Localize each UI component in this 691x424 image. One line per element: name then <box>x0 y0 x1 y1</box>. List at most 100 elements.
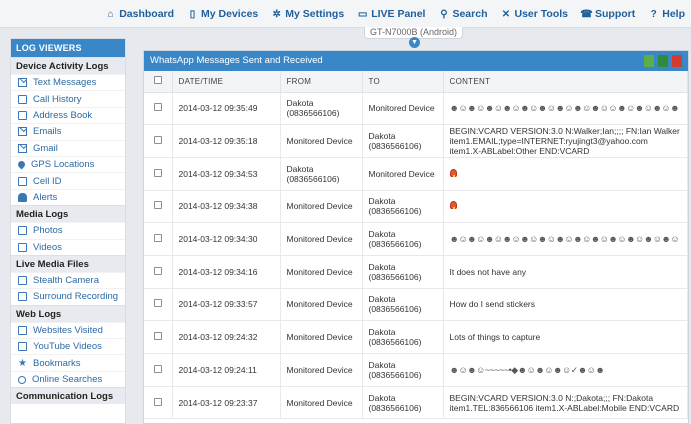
table-row[interactable]: 2014-03-12 09:23:37 Monitored Device Dakot… <box>144 386 688 420</box>
cell-from: Monitored Device <box>280 255 363 289</box>
envelope-icon <box>18 78 27 88</box>
cell-to: Dakota (0836566106) <box>362 320 444 354</box>
search-icon: ⚲ <box>440 8 448 20</box>
table-row[interactable]: 2014-03-12 09:33:57 Monitored Device Dakot… <box>144 288 688 322</box>
table-row[interactable]: 2014-03-12 09:24:11 Monitored Device Dakot… <box>144 353 688 387</box>
nav-help[interactable]: ? Help <box>648 8 685 20</box>
export-buttons <box>644 55 682 67</box>
sidebar-item-youtube-videos[interactable]: YouTube Videos <box>11 338 125 354</box>
cell-to: Monitored Device <box>362 92 444 126</box>
table-row[interactable]: 2014-03-12 09:34:30 Monitored Device Dakot… <box>144 222 688 256</box>
image-attachment-icon[interactable] <box>449 168 457 177</box>
emoji-content: ☻☺☻☺☻☺☻☺☻☺☻☺☻☺☻☺☻☺☻☺☻☺☻☺☻☺☻☺☻☺☻☺☻☺☻☺☻☺☻ <box>449 234 682 245</box>
cell-to: Dakota (0836566106) <box>362 255 444 289</box>
cell-from: Monitored Device <box>280 190 363 224</box>
select-all-checkbox[interactable] <box>153 76 162 85</box>
column-content[interactable]: CONTENT <box>443 71 688 93</box>
row-checkbox[interactable] <box>153 136 162 145</box>
nav-label: Support <box>594 8 636 20</box>
gear-icon: ✲ <box>272 8 281 20</box>
search-icon <box>18 375 26 384</box>
sidebar-item-label: Stealth Camera <box>33 275 100 287</box>
cell-from: Monitored Device <box>280 386 363 420</box>
sidebar-item-label: Address Book <box>33 109 93 121</box>
nav-my-settings[interactable]: ✲ My Settings <box>271 8 345 20</box>
envelope-icon <box>18 143 27 153</box>
cell-to: Monitored Device <box>362 157 444 191</box>
row-select-cell <box>144 386 173 420</box>
nav-dashboard[interactable]: ⌂ Dashboard <box>105 8 174 20</box>
excel-export-icon[interactable] <box>658 55 668 67</box>
cell-from: Monitored Device <box>280 222 363 256</box>
nav-label: Dashboard <box>119 8 175 20</box>
nav-label: Help <box>662 8 685 20</box>
table-row[interactable]: 2014-03-12 09:34:16 Monitored Device Dakot… <box>144 255 688 289</box>
table-row[interactable]: 2014-03-12 09:35:18 Monitored Device Dakot… <box>144 124 688 158</box>
cell-from: Dakota (0836566106) <box>280 92 363 126</box>
home-icon: ⌂ <box>107 8 114 20</box>
cell-date: 2014-03-12 09:35:18 <box>172 124 281 158</box>
table-row[interactable]: 2014-03-12 09:24:32 Monitored Device Dakot… <box>144 320 688 354</box>
row-checkbox[interactable] <box>153 234 162 243</box>
sidebar-item-label: Photos <box>33 225 63 237</box>
csv-export-icon[interactable] <box>644 55 654 67</box>
row-checkbox[interactable] <box>153 364 162 373</box>
nav-live-panel[interactable]: ▭ LIVE Panel <box>357 8 426 20</box>
row-select-cell <box>144 92 173 126</box>
sidebar-section-title: Device Activity Logs <box>11 57 125 74</box>
image-attachment-icon[interactable] <box>449 201 457 210</box>
table-row[interactable]: 2014-03-12 09:34:53 Dakota (0836566106) Mo… <box>144 157 688 191</box>
column-from[interactable]: FROM <box>280 71 363 93</box>
column-date[interactable]: DATE/TIME <box>172 71 281 93</box>
row-checkbox[interactable] <box>153 332 162 341</box>
cell-content <box>443 157 688 191</box>
help-icon: ? <box>650 8 657 20</box>
sidebar-item-videos[interactable]: Videos <box>11 238 125 255</box>
cell-date: 2014-03-12 09:34:16 <box>172 255 281 289</box>
sidebar-item-call-history[interactable]: Call History <box>11 90 125 106</box>
nav-support[interactable]: ☎ Support <box>580 8 636 20</box>
row-checkbox[interactable] <box>153 299 162 308</box>
nav-search[interactable]: ⚲ Search <box>438 8 487 20</box>
sidebar-item-stealth-camera[interactable]: Stealth Camera <box>11 271 125 288</box>
sidebar-item-surround-recording[interactable]: Surround Recording <box>11 288 125 304</box>
cell-content: ☻☺☻☺~~~~~•◆☻☺☻☺☻☺✓☻☺☻ <box>443 353 688 387</box>
sidebar-item-photos[interactable]: Photos <box>11 222 125 238</box>
table-row[interactable]: 2014-03-12 09:35:49 Dakota (0836566106) Mo… <box>144 92 688 126</box>
column-to[interactable]: TO <box>362 71 444 93</box>
sidebar-item-address-book[interactable]: Address Book <box>11 106 125 123</box>
star-icon: ★ <box>18 357 27 369</box>
cell-from: Monitored Device <box>280 288 363 322</box>
row-select-cell <box>144 353 173 387</box>
messages-table: DATE/TIME FROM TO CONTENT 2014-03-12 09:… <box>144 71 688 420</box>
row-select-cell <box>144 255 173 289</box>
chevron-down-icon[interactable]: ▼ <box>409 37 420 48</box>
nav-user-tools[interactable]: ✕ User Tools <box>501 8 568 20</box>
sidebar-item-label: Websites Visited <box>33 324 103 336</box>
sidebar-item-bookmarks[interactable]: ★ Bookmarks <box>11 354 125 370</box>
row-select-cell <box>144 157 173 191</box>
sidebar-item-emails[interactable]: Emails <box>11 123 125 139</box>
row-checkbox[interactable] <box>153 201 162 210</box>
pdf-export-icon[interactable] <box>672 55 682 67</box>
sidebar-item-text-messages[interactable]: Text Messages <box>11 74 125 90</box>
cell-to: Dakota (0836566106) <box>362 288 444 322</box>
row-checkbox[interactable] <box>153 266 162 275</box>
emoji-content: ☻☺☻☺~~~~~•◆☻☺☻☺☻☺✓☻☺☻ <box>449 364 605 375</box>
nav-my-devices[interactable]: ▯ My Devices <box>187 8 258 20</box>
sidebar-item-websites-visited[interactable]: Websites Visited <box>11 321 125 338</box>
sidebar-item-gmail[interactable]: Gmail <box>11 139 125 156</box>
cell-date: 2014-03-12 09:24:32 <box>172 320 281 354</box>
sidebar-item-cell-id[interactable]: Cell ID <box>11 172 125 188</box>
table-row[interactable]: 2014-03-12 09:34:38 Monitored Device Dakot… <box>144 190 688 224</box>
sidebar-section-title: Web Logs <box>11 304 125 322</box>
row-checkbox[interactable] <box>153 103 162 112</box>
sidebar-item-alerts[interactable]: Alerts <box>11 188 125 205</box>
sidebar-item-gps-locations[interactable]: GPS Locations <box>11 155 125 172</box>
cell-content: ☻☺☻☺☻☺☻☺☻☺☻☺☻☺☻☺☻☺☺☻☺☻☺☻☺☻☺☻☺☻☺☻☺☻☺☻☻☺☻☺ <box>443 92 688 126</box>
cell-content: It does not have any <box>443 255 688 289</box>
sidebar-item-online-searches[interactable]: Online Searches <box>11 370 125 387</box>
nav-menu: ⌂ Dashboard ▯ My Devices ✲ My Settings ▭ LIVE P… <box>105 8 685 20</box>
row-checkbox[interactable] <box>153 397 162 406</box>
row-checkbox[interactable] <box>153 168 162 177</box>
